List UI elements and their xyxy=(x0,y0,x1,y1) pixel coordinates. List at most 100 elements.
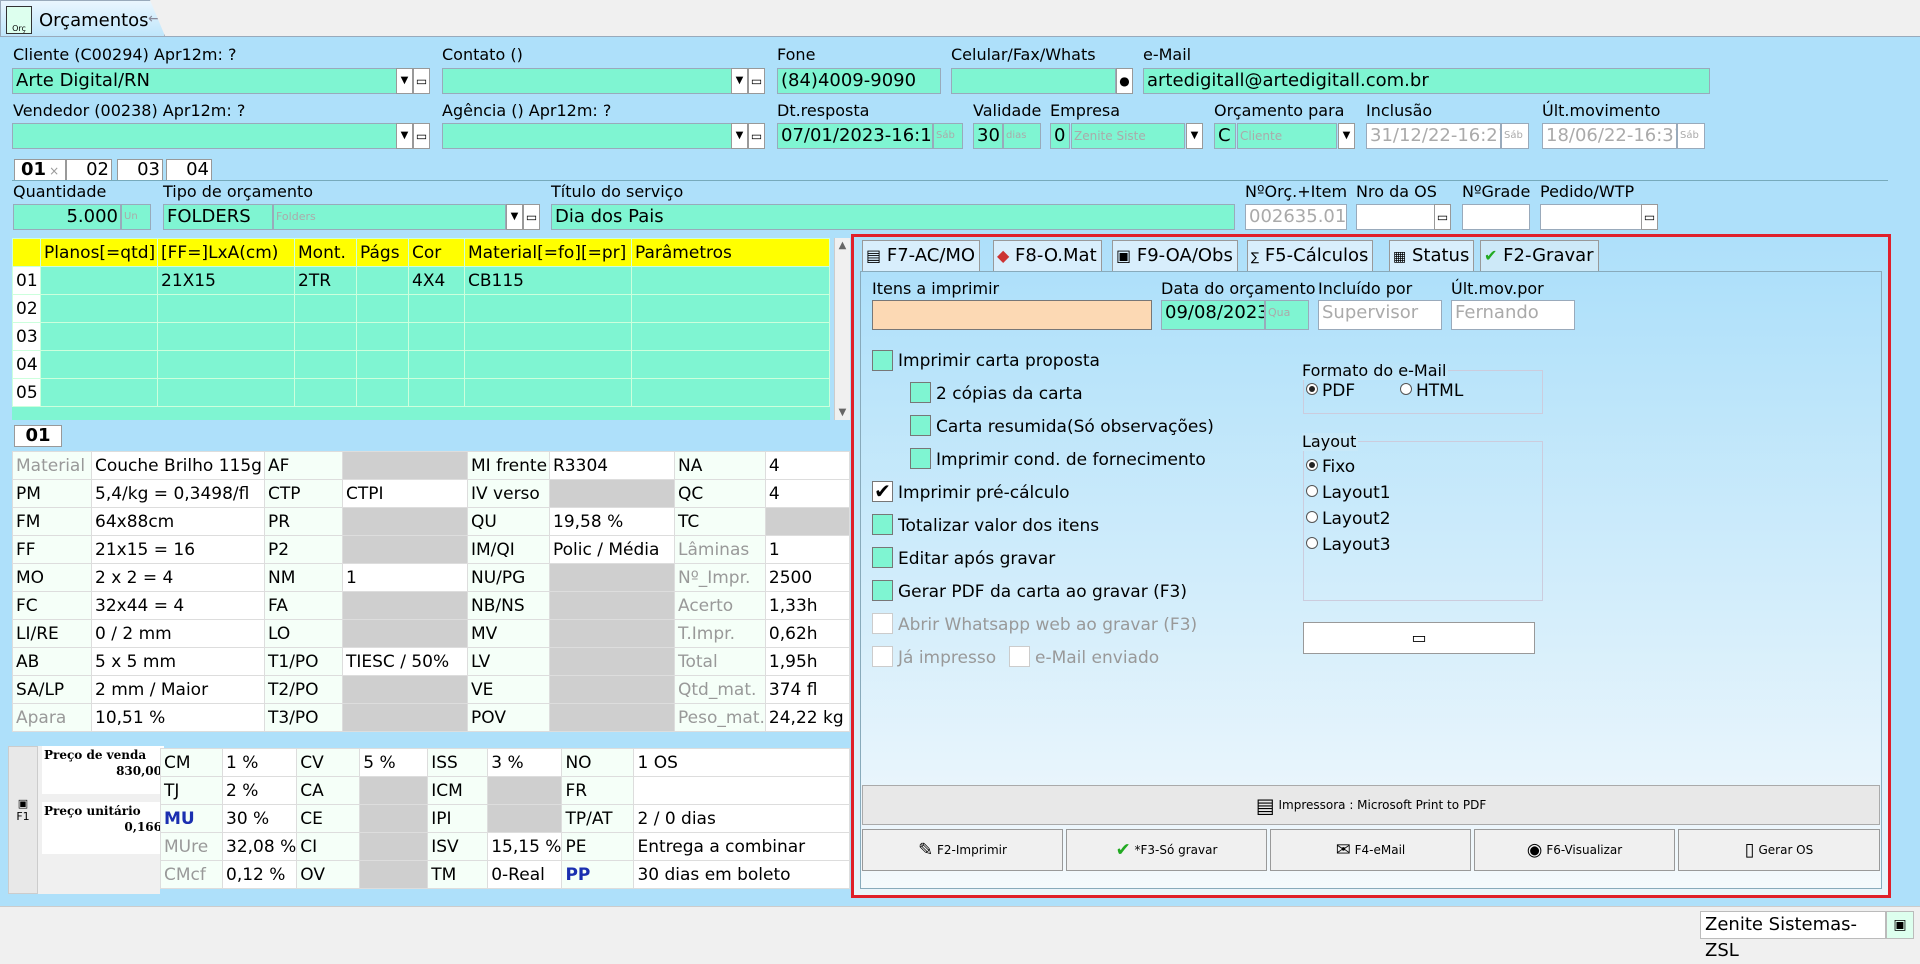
field-value[interactable]: 1,95h xyxy=(764,647,851,676)
item-tab-04[interactable]: 04 xyxy=(166,159,212,181)
table-row[interactable]: 03 xyxy=(12,322,830,351)
field-value[interactable]: 4 xyxy=(764,479,851,508)
field-value[interactable]: R3304 xyxy=(549,451,675,480)
cliente-field[interactable]: Arte Digital/RN xyxy=(12,68,397,94)
formato-pdf-radio[interactable]: PDF xyxy=(1306,381,1355,401)
field-value[interactable]: 0 / 2 mm xyxy=(91,619,265,648)
pedido-field[interactable] xyxy=(1540,204,1642,230)
field-value[interactable] xyxy=(487,776,563,805)
fone-field[interactable]: (84)4009-9090 xyxy=(777,68,941,94)
contato-folder-icon[interactable]: ▭ xyxy=(748,68,765,94)
vendedor-dropdown-icon[interactable]: ▼ xyxy=(396,123,413,149)
gerar-os-button[interactable]: ▯ Gerar OS xyxy=(1678,829,1880,871)
celular-field[interactable] xyxy=(951,68,1116,94)
back-arrow-icon[interactable]: ← xyxy=(148,11,160,27)
table-cell[interactable] xyxy=(40,378,158,407)
field-value[interactable]: 1 xyxy=(342,563,468,592)
nros-field[interactable] xyxy=(1356,204,1444,230)
formato-html-radio[interactable]: HTML xyxy=(1400,381,1463,401)
table-cell[interactable] xyxy=(157,378,295,407)
pre-calculo-checkbox[interactable]: ✔ xyxy=(872,481,893,502)
field-value[interactable]: 1 % xyxy=(221,748,298,777)
table-cell[interactable] xyxy=(40,294,158,323)
field-value[interactable]: 32,08 % xyxy=(221,832,298,861)
field-value[interactable] xyxy=(549,675,675,704)
planos-col-header[interactable]: Material[=fo][=pr] xyxy=(464,238,632,267)
visualizar-button[interactable]: ◉ F6-Visualizar xyxy=(1474,829,1675,871)
ngrade-field[interactable] xyxy=(1462,204,1530,230)
field-value[interactable] xyxy=(487,804,563,833)
field-value[interactable]: 2 x 2 = 4 xyxy=(91,563,265,592)
tab-f5-calculos[interactable]: ∑ F5-Cálculos xyxy=(1247,240,1374,272)
window-tab[interactable]: Orç Orçamentos ← xyxy=(0,0,165,36)
table-row[interactable]: 05 xyxy=(12,378,830,407)
field-value[interactable] xyxy=(764,507,851,536)
field-value[interactable] xyxy=(549,703,675,732)
field-value[interactable]: 32x44 = 4 xyxy=(91,591,265,620)
table-cell[interactable] xyxy=(464,378,632,407)
tipo-dropdown-icon[interactable]: ▼ xyxy=(506,204,523,230)
nros-folder-icon[interactable]: ▭ xyxy=(1434,204,1451,230)
field-value[interactable]: 2 mm / Maior xyxy=(91,675,265,704)
table-cell[interactable] xyxy=(356,322,409,351)
planos-col-header[interactable]: Mont. xyxy=(294,238,357,267)
table-cell[interactable]: 21X15 xyxy=(157,266,295,295)
f1-button[interactable]: ▣ F1 xyxy=(8,746,38,894)
agencia-dropdown-icon[interactable]: ▼ xyxy=(731,123,748,149)
field-value[interactable]: 0,12 % xyxy=(221,860,298,889)
table-cell[interactable] xyxy=(294,322,357,351)
open-folder-button[interactable]: ▭ xyxy=(1303,622,1535,654)
table-cell[interactable] xyxy=(464,294,632,323)
layout-fixo-radio[interactable]: Fixo xyxy=(1306,457,1355,477)
field-value[interactable]: 1,33h xyxy=(764,591,851,620)
table-cell[interactable] xyxy=(40,322,158,351)
empresa-code[interactable]: 0 xyxy=(1050,123,1070,149)
planos-col-header[interactable]: Págs xyxy=(356,238,409,267)
orcpara-dropdown-icon[interactable]: ▼ xyxy=(1338,123,1355,149)
field-value[interactable]: 15,15 % xyxy=(487,832,563,861)
close-tab-icon[interactable]: × xyxy=(49,164,59,178)
table-cell[interactable] xyxy=(464,350,632,379)
table-cell[interactable] xyxy=(631,350,830,379)
field-value[interactable] xyxy=(549,647,675,676)
field-value[interactable]: 2 % xyxy=(221,776,298,805)
table-row[interactable]: 04 xyxy=(12,350,830,379)
table-cell[interactable] xyxy=(356,266,409,295)
field-value[interactable]: 374 fl xyxy=(764,675,851,704)
orcpara-field[interactable]: Cliente xyxy=(1237,123,1337,149)
planos-col-header[interactable]: [FF=]LxA(cm) xyxy=(157,238,295,267)
tab-status[interactable]: ▦ Status xyxy=(1389,240,1475,272)
qtd-field[interactable]: 5.000 xyxy=(13,204,121,230)
table-cell[interactable] xyxy=(408,322,465,351)
dtresposta-field[interactable]: 07/01/2023-16:14 xyxy=(777,123,933,149)
contato-field[interactable] xyxy=(442,68,732,94)
editar-checkbox[interactable] xyxy=(872,547,893,568)
table-cell[interactable] xyxy=(408,378,465,407)
field-value[interactable] xyxy=(633,776,850,805)
table-cell[interactable] xyxy=(631,266,830,295)
field-value[interactable]: 5 % xyxy=(359,748,429,777)
tipo-field[interactable]: FOLDERS xyxy=(163,204,273,230)
vendedor-folder-icon[interactable]: ▭ xyxy=(413,123,430,149)
field-value[interactable]: 30 % xyxy=(221,804,298,833)
table-cell[interactable] xyxy=(631,322,830,351)
field-value[interactable]: 21x15 = 16 xyxy=(91,535,265,564)
gerar-pdf-checkbox[interactable] xyxy=(872,580,893,601)
field-value[interactable]: Couche Brilho 115g xyxy=(91,451,265,480)
field-value[interactable] xyxy=(342,591,468,620)
field-value[interactable]: 19,58 % xyxy=(549,507,675,536)
agencia-field[interactable] xyxy=(442,123,732,149)
email-field[interactable]: artedigitall@artedigitall.com.br xyxy=(1143,68,1710,94)
table-cell[interactable] xyxy=(408,350,465,379)
subtab-01[interactable]: 01 xyxy=(14,425,62,447)
table-cell[interactable] xyxy=(631,294,830,323)
table-cell[interactable] xyxy=(157,350,295,379)
field-value[interactable]: 0-Real xyxy=(487,860,563,889)
field-value[interactable]: 5 x 5 mm xyxy=(91,647,265,676)
field-value[interactable] xyxy=(359,776,429,805)
table-cell[interactable] xyxy=(464,322,632,351)
field-value[interactable]: 24,22 kg xyxy=(764,703,851,732)
field-value[interactable]: TIESC / 50% xyxy=(342,647,468,676)
field-value[interactable] xyxy=(549,619,675,648)
field-value[interactable]: 5,4/kg = 0,3498/fl xyxy=(91,479,265,508)
